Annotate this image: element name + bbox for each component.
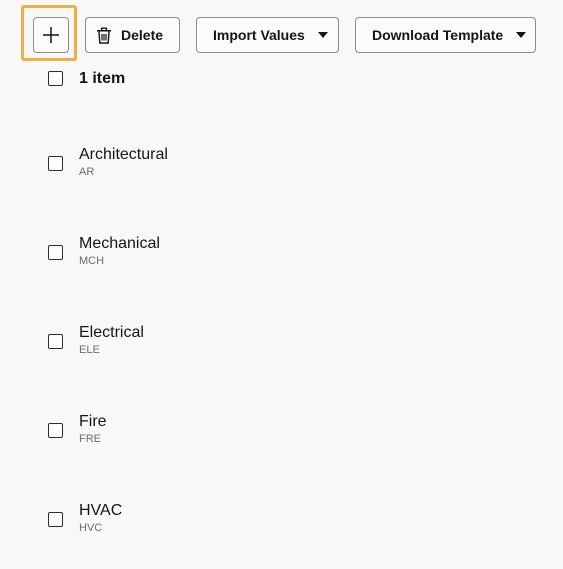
delete-button-label: Delete [121,27,164,43]
list-item-code: AR [79,166,95,178]
download-template-label: Download Template [372,27,504,43]
list-item-name: Mechanical [79,235,160,252]
item-count-label: 1 item [79,70,126,87]
list-item-checkbox[interactable] [48,423,63,438]
delete-button[interactable]: Delete [85,17,180,53]
list-item-code: ELE [79,344,100,356]
plus-icon [43,27,59,43]
toolbar: Delete Import Values Download Template [33,17,536,53]
list-item[interactable]: Fire FRE [0,412,563,472]
trash-icon [97,27,111,44]
list-item[interactable]: Electrical ELE [0,323,563,383]
list-item[interactable]: Architectural AR [0,145,563,205]
download-template-button[interactable]: Download Template [355,17,536,53]
select-all-checkbox[interactable] [48,71,63,86]
list-item-checkbox[interactable] [48,245,63,260]
caret-down-icon [317,31,328,38]
list-item-checkbox[interactable] [48,156,63,171]
list-item-name: Electrical [79,324,144,341]
import-values-label: Import Values [213,27,305,43]
list-item-name: Fire [79,413,107,430]
caret-down-icon [516,31,527,38]
list-item-name: Architectural [79,146,168,163]
list-item[interactable]: HVAC HVC [0,501,563,561]
list-item-checkbox[interactable] [48,512,63,527]
add-button[interactable] [33,17,69,53]
list-item-code: MCH [79,255,105,267]
list-item-code: HVC [79,522,103,534]
import-values-button[interactable]: Import Values [196,17,339,53]
list-item-code: FRE [79,433,101,445]
list-item-name: HVAC [79,502,123,519]
list-item-checkbox[interactable] [48,334,63,349]
list-item[interactable]: Mechanical MCH [0,234,563,294]
